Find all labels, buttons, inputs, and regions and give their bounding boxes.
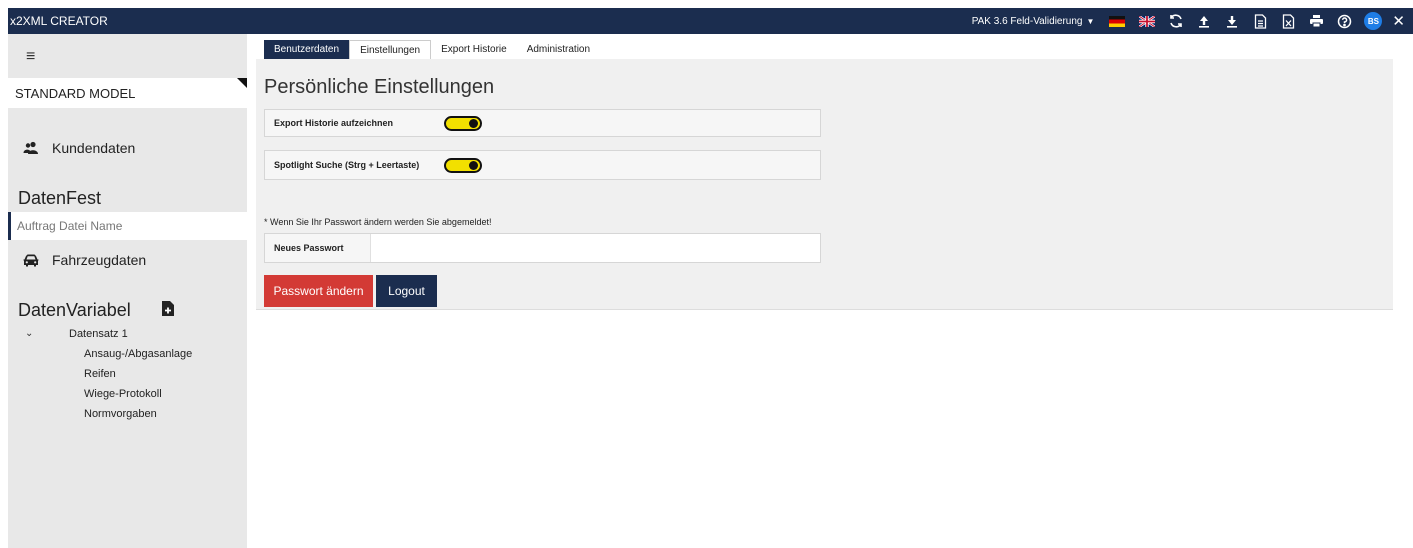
setting-spotlight: Spotlight Suche (Strg + Leertaste)	[264, 150, 821, 180]
version-label: PAK 3.6 Feld-Validierung	[971, 15, 1083, 27]
logout-button[interactable]: Logout	[376, 275, 437, 307]
model-label: STANDARD MODEL	[15, 85, 136, 101]
tab-bar: Benutzerdaten Einstellungen Export Histo…	[264, 40, 600, 60]
export-history-toggle[interactable]	[444, 115, 482, 131]
model-selector[interactable]: STANDARD MODEL	[8, 78, 247, 108]
password-note: * Wenn Sie Ihr Passwort ändern werden Si…	[264, 217, 492, 227]
tab-administration[interactable]: Administration	[517, 40, 600, 59]
spotlight-toggle[interactable]	[444, 157, 482, 173]
toolbar: PAK 3.6 Feld-Validierung ▼ BS ✕	[972, 8, 1413, 34]
change-password-button[interactable]: Passwort ändern	[264, 275, 373, 307]
toggle-knob	[469, 118, 478, 128]
version-select[interactable]: PAK 3.6 Feld-Validierung ▼	[972, 16, 1095, 27]
download-icon[interactable]	[1221, 8, 1243, 34]
toggle-knob	[469, 160, 478, 170]
excel-icon[interactable]	[1277, 8, 1299, 34]
new-password-input[interactable]	[370, 234, 820, 262]
tree-node-child[interactable]: Ansaug-/Abgasanlage	[84, 348, 192, 360]
close-icon[interactable]: ✕	[1392, 12, 1405, 30]
hamburger-menu-icon[interactable]: ≡	[26, 48, 35, 66]
document-icon[interactable]	[1249, 8, 1271, 34]
file-name-input[interactable]	[11, 218, 239, 234]
new-password-label: Neues Passwort	[274, 243, 344, 253]
car-icon	[22, 251, 40, 269]
setting-label: Spotlight Suche (Strg + Leertaste)	[274, 160, 420, 170]
help-icon[interactable]	[1333, 8, 1355, 34]
dropdown-corner-icon	[237, 78, 247, 88]
tree-node-child[interactable]: Reifen	[84, 368, 116, 380]
tab-benutzerdaten[interactable]: Benutzerdaten	[264, 40, 350, 59]
users-icon	[22, 139, 40, 157]
section-datenfest: DatenFest	[18, 188, 102, 208]
sidebar-item-label: Fahrzeugdaten	[52, 252, 147, 268]
tab-export-historie[interactable]: Export Historie	[431, 40, 517, 59]
caret-down-icon: ▼	[1086, 16, 1095, 26]
sidebar-item-label: Kundendaten	[52, 140, 136, 156]
title-bar: x2XML CREATOR PAK 3.6 Feld-Validierung ▼	[8, 8, 1413, 34]
page-title: Persönliche Einstellungen	[264, 76, 495, 98]
tab-einstellungen[interactable]: Einstellungen	[349, 40, 432, 60]
user-avatar[interactable]: BS	[1364, 12, 1383, 30]
section-datenvariabel: DatenVariabel	[18, 300, 131, 320]
setting-label: Export Historie aufzeichnen	[274, 118, 394, 128]
tree-node-child[interactable]: Wiege-Protokoll	[84, 388, 162, 400]
sidebar: ≡ STANDARD MODEL Kundendaten DatenFest F…	[8, 34, 247, 548]
refresh-icon[interactable]	[1165, 8, 1187, 34]
setting-export-history: Export Historie aufzeichnen	[264, 109, 821, 137]
tree-node-child[interactable]: Normvorgaben	[84, 408, 157, 420]
new-password-row: Neues Passwort	[264, 233, 821, 263]
tree-node-root[interactable]: Datensatz 1	[69, 328, 128, 340]
sidebar-item-fahrzeugdaten[interactable]: Fahrzeugdaten	[8, 247, 247, 273]
print-icon[interactable]	[1305, 8, 1327, 34]
file-name-field[interactable]	[8, 212, 247, 240]
upload-icon[interactable]	[1193, 8, 1215, 34]
add-file-icon[interactable]	[162, 301, 174, 319]
german-flag-icon[interactable]	[1109, 15, 1126, 27]
tree-expand-icon[interactable]: ⌄	[25, 328, 33, 339]
settings-panel: Persönliche Einstellungen Export Histori…	[256, 59, 1393, 310]
sidebar-item-kundendaten[interactable]: Kundendaten	[8, 135, 247, 161]
app-title: x2XML CREATOR	[10, 14, 108, 28]
uk-flag-icon[interactable]	[1139, 15, 1156, 27]
